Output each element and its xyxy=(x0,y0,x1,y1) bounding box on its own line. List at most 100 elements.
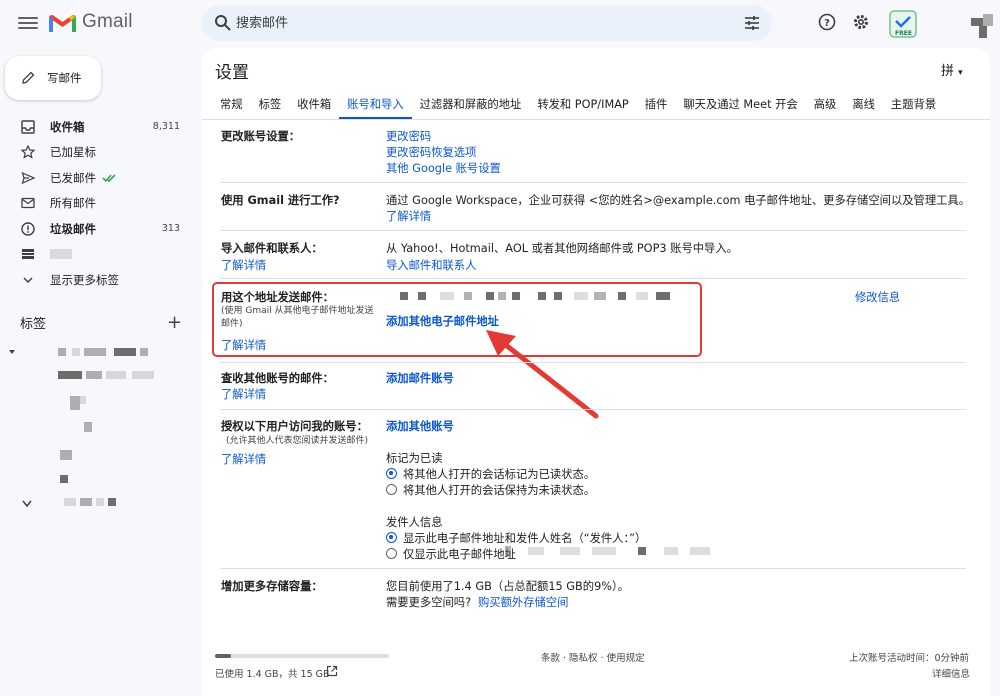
help-icon[interactable]: ? xyxy=(818,13,836,31)
mail-icon xyxy=(21,198,35,209)
keep-unread-option-label: 将其他人打开的会话保持为未读状态。 xyxy=(403,484,596,497)
workspace-label: 使用 Gmail 进行工作? xyxy=(221,194,340,207)
row-divider xyxy=(220,362,966,363)
need-more-space-text: 需要更多空间吗? xyxy=(386,596,472,609)
sidebar-item-label: 收件箱 xyxy=(50,119,85,134)
tab-filters[interactable]: 过滤器和屏蔽的地址 xyxy=(412,92,530,120)
tab-chat-meet[interactable]: 聊天及通过 Meet 开会 xyxy=(675,92,805,120)
activity-details-link[interactable]: 详细信息 xyxy=(932,666,970,680)
buy-storage-link[interactable]: 购买额外存储空间 xyxy=(478,594,568,610)
tab-offline[interactable]: 离线 xyxy=(844,92,883,120)
settings-tabs: 常规 标签 收件箱 账号和导入 过滤器和屏蔽的地址 转发和 POP/IMAP 插… xyxy=(212,92,944,120)
edit-info-link[interactable]: 修改信息 xyxy=(855,289,900,305)
caret-down-icon: ▾ xyxy=(958,68,963,78)
footer-links[interactable]: 条款 · 隐私权 · 使用规定 xyxy=(541,650,645,664)
storage-usage-text: 您目前使用了1.4 GB（占总配额15 GB的9%）。 xyxy=(386,580,629,593)
show-more-labels[interactable]: 显示更多标签 xyxy=(0,267,190,293)
sidebar-item-sent[interactable]: 已发邮件 xyxy=(0,165,190,191)
google-account-settings-link[interactable]: 其他 Google 账号设置 xyxy=(386,160,501,176)
workspace-text: 通过 Google Workspace，企业可获得 <您的姓名>@example… xyxy=(386,194,971,207)
change-recovery-link[interactable]: 更改密码恢复选项 xyxy=(386,144,476,160)
mark-read-option-label: 将其他人打开的会话标记为已读状态。 xyxy=(403,468,596,481)
tab-addons[interactable]: 插件 xyxy=(637,92,676,120)
pencil-icon xyxy=(22,71,35,84)
redacted-label xyxy=(50,249,72,260)
compose-button[interactable]: 写邮件 xyxy=(5,56,101,100)
show-address-and-name-radio[interactable] xyxy=(386,532,397,543)
change-password-link[interactable]: 更改密码 xyxy=(386,128,431,144)
gmail-logo[interactable]: Gmail xyxy=(49,11,133,33)
caret-down-icon[interactable] xyxy=(8,348,16,356)
tab-advanced[interactable]: 高级 xyxy=(806,92,845,120)
last-activity-text: 上次账号活动时间：0分钟前 xyxy=(849,653,970,664)
import-label: 导入邮件和联系人： xyxy=(221,242,323,255)
gmail-m-icon xyxy=(49,14,76,32)
import-text: 从 Yahoo!、Hotmail、AOL 或者其他网络邮件或 POP3 账号中导… xyxy=(386,242,738,255)
row-divider xyxy=(220,182,966,183)
row-divider xyxy=(220,568,966,569)
star-icon xyxy=(21,145,35,160)
inbox-icon xyxy=(21,120,35,134)
search-options-icon[interactable] xyxy=(744,15,760,31)
chevron-down-icon xyxy=(23,277,33,283)
tab-general[interactable]: 常规 xyxy=(212,92,251,120)
show-address-only-radio[interactable] xyxy=(386,548,397,559)
storage-progress-fill xyxy=(215,654,231,658)
tab-labels[interactable]: 标签 xyxy=(251,92,290,120)
tab-forwarding-pop-imap[interactable]: 转发和 POP/IMAP xyxy=(529,92,636,120)
app-name: Gmail xyxy=(82,11,133,32)
input-method-menu[interactable]: 拼 ▾ xyxy=(941,60,963,79)
tab-accounts-and-import[interactable]: 账号和导入 xyxy=(339,92,412,120)
sidebar-item-label: 所有邮件 xyxy=(50,196,96,211)
svg-text:?: ? xyxy=(824,18,830,29)
show-address-only-label: 仅显示此电子邮件地址 xyxy=(403,548,516,561)
mark-read-radio[interactable] xyxy=(386,468,397,479)
grant-access-description: (允许其他人代表您阅读并发送邮件) xyxy=(226,436,369,446)
tab-themes[interactable]: 主题背景 xyxy=(883,92,944,120)
row-divider xyxy=(220,278,966,279)
sidebar-item-label: 已发邮件 xyxy=(50,170,96,185)
main-menu-button[interactable] xyxy=(18,15,38,31)
keep-unread-radio[interactable] xyxy=(386,484,397,495)
send-icon xyxy=(21,171,35,184)
import-mail-contacts-link[interactable]: 导入邮件和联系人 xyxy=(386,257,476,273)
storage-footer-text: 已使用 1.4 GB，共 15 GB xyxy=(215,669,330,680)
sidebar: 收件箱 8,311 已加星标 已发邮件 所有邮件 垃圾邮件 313 显示更多标签 xyxy=(0,114,190,293)
add-mail-account-link[interactable]: 添加邮件账号 xyxy=(386,370,454,386)
sidebar-item-label: 垃圾邮件 xyxy=(50,221,96,236)
search-bar[interactable] xyxy=(202,5,772,41)
search-input[interactable] xyxy=(236,12,716,34)
check-mail-learn-more-link[interactable]: 了解详情 xyxy=(221,386,266,402)
tabs-divider xyxy=(202,119,990,120)
sidebar-item-spam[interactable]: 垃圾邮件 313 xyxy=(0,216,190,242)
avatar[interactable]: FREE xyxy=(889,10,917,38)
row-divider xyxy=(220,230,966,231)
sidebar-item-inbox[interactable]: 收件箱 8,311 xyxy=(0,114,190,140)
tab-inbox[interactable]: 收件箱 xyxy=(289,92,339,120)
spam-icon xyxy=(21,222,35,236)
sidebar-item-blurred[interactable] xyxy=(0,242,190,268)
create-label-icon[interactable]: + xyxy=(167,312,182,333)
page-title: 设置 xyxy=(215,63,249,83)
sidebar-item-label: 显示更多标签 xyxy=(50,272,119,287)
sidebar-item-starred[interactable]: 已加星标 xyxy=(0,140,190,166)
storage-label: 增加更多存储容量： xyxy=(221,580,323,593)
import-learn-more-link[interactable]: 了解详情 xyxy=(221,257,266,273)
storage-progress-bar xyxy=(215,654,389,658)
workspace-learn-more-link[interactable]: 了解详情 xyxy=(386,208,431,224)
double-check-icon xyxy=(102,174,116,182)
settings-gear-icon[interactable] xyxy=(852,13,870,31)
external-link-icon[interactable] xyxy=(326,665,338,677)
sidebar-item-all-mail[interactable]: 所有邮件 xyxy=(0,191,190,217)
unread-count: 8,311 xyxy=(152,121,180,133)
free-badge: FREE xyxy=(895,30,912,37)
highlight-box xyxy=(212,282,702,357)
mark-read-heading: 标记为已读 xyxy=(386,452,443,465)
change-account-label: 更改账号设置： xyxy=(221,130,301,143)
account-avatar[interactable] xyxy=(971,14,993,38)
chevron-down-icon[interactable] xyxy=(21,499,33,509)
grant-learn-more-link[interactable]: 了解详情 xyxy=(221,451,266,467)
check-mail-label: 查收其他账号的邮件： xyxy=(221,372,334,385)
add-another-account-link[interactable]: 添加其他账号 xyxy=(386,418,454,434)
search-icon[interactable] xyxy=(214,14,232,32)
